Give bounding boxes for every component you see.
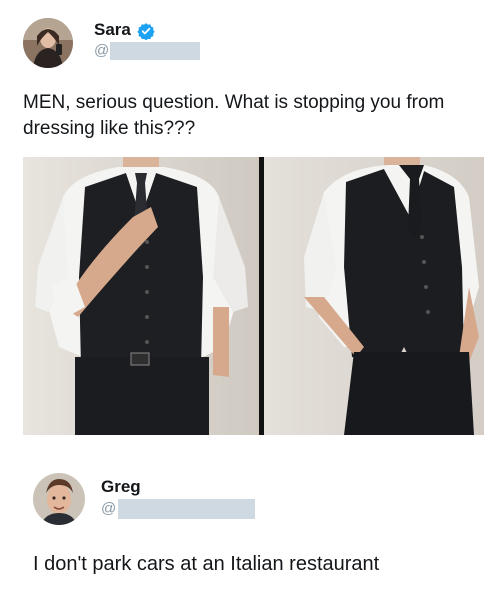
author-name[interactable]: Greg bbox=[101, 477, 141, 497]
handle-redaction bbox=[118, 499, 255, 519]
author-name[interactable]: Sara bbox=[94, 20, 131, 40]
avatar-sara[interactable] bbox=[23, 18, 73, 68]
tweet-greg: Greg @ I don't park cars at an Italian r… bbox=[0, 450, 503, 600]
verified-badge-icon bbox=[137, 22, 155, 41]
handle-redaction bbox=[110, 42, 200, 60]
tweet-sara: Sara @ MEN, serious question. What is st… bbox=[0, 0, 503, 440]
photo-vest-front[interactable] bbox=[23, 157, 259, 435]
author-handle-prefix: @ bbox=[94, 42, 110, 59]
author-handle-prefix: @ bbox=[101, 500, 117, 517]
tweet-text: MEN, serious question. What is stopping … bbox=[23, 92, 445, 139]
tweet-media[interactable] bbox=[23, 157, 484, 435]
tweet-text: I don't park cars at an Italian restaura… bbox=[33, 553, 380, 575]
photo-vest-angle[interactable] bbox=[264, 157, 484, 435]
avatar-greg[interactable] bbox=[33, 473, 85, 525]
